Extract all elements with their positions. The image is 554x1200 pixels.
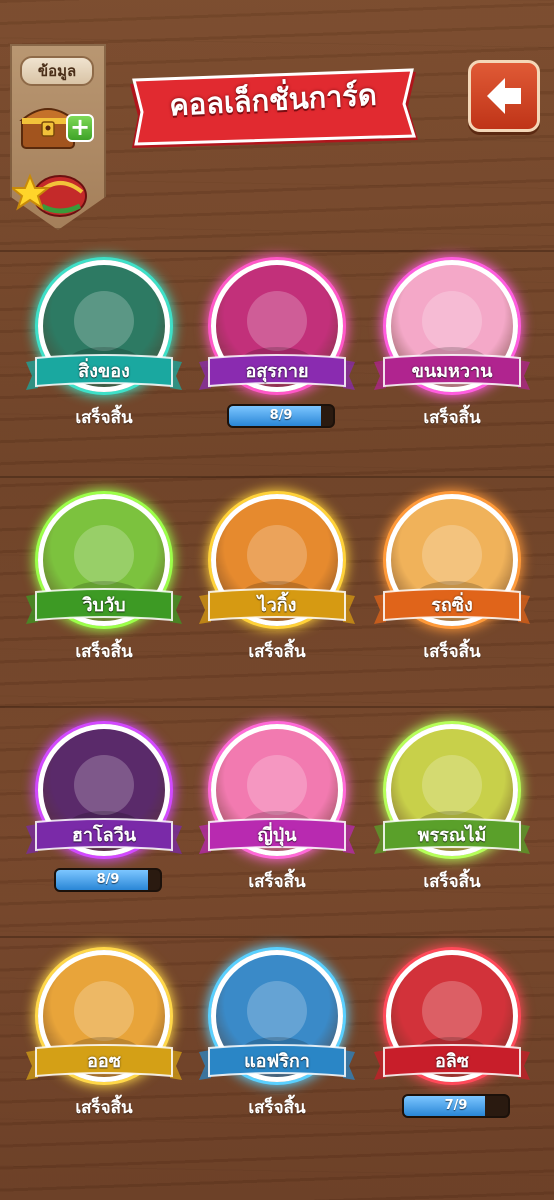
status-complete: เสร็จสิ้น <box>423 872 481 892</box>
back-button[interactable] <box>468 60 540 132</box>
card-name: ขนมหวาน <box>411 361 493 382</box>
collection-card[interactable]: วิบวับเสร็จสิ้น <box>24 488 184 698</box>
collection-card[interactable]: ฮาโลวีน 8/9 <box>24 718 184 928</box>
card-name: พรรณไม้ <box>417 825 487 846</box>
status-complete: เสร็จสิ้น <box>423 408 481 428</box>
status-complete: เสร็จสิ้น <box>248 642 306 662</box>
progress-text: 8/9 <box>269 408 293 423</box>
star-chest-icon[interactable] <box>12 166 92 222</box>
progress-text: 7/9 <box>444 1098 468 1113</box>
card-name: วิบวับ <box>82 595 126 616</box>
card-name: ญี่ปุ่น <box>257 825 297 846</box>
progress-bar: 7/9 <box>402 1094 510 1118</box>
status-complete: เสร็จสิ้น <box>248 872 306 892</box>
status-complete: เสร็จสิ้น <box>75 408 133 428</box>
card-name: สิ่งของ <box>78 361 130 382</box>
card-name: ออซ <box>87 1051 121 1072</box>
arrow-left-icon <box>487 78 521 114</box>
collection-card[interactable]: พรรณไม้เสร็จสิ้น <box>372 718 532 928</box>
card-name: ไวกิ้ง <box>257 595 297 616</box>
collection-card[interactable]: ออซเสร็จสิ้น <box>24 944 184 1154</box>
info-button[interactable]: ข้อมูล <box>20 56 94 86</box>
card-name: อสุรกาย <box>245 361 309 382</box>
collection-card[interactable]: แอฟริกาเสร็จสิ้น <box>197 944 357 1154</box>
status-complete: เสร็จสิ้น <box>75 1098 133 1118</box>
collection-card[interactable]: ญี่ปุ่นเสร็จสิ้น <box>197 718 357 928</box>
collection-card[interactable]: รถซิ่งเสร็จสิ้น <box>372 488 532 698</box>
collection-card[interactable]: ไวกิ้งเสร็จสิ้น <box>197 488 357 698</box>
collection-card[interactable]: อสุรกาย 8/9 <box>197 254 357 464</box>
card-name: ฮาโลวีน <box>71 825 137 846</box>
card-name: รถซิ่ง <box>431 595 473 616</box>
wood-seam <box>0 936 554 938</box>
collection-card[interactable]: ขนมหวานเสร็จสิ้น <box>372 254 532 464</box>
card-name: แอฟริกา <box>244 1051 310 1072</box>
status-complete: เสร็จสิ้น <box>248 1098 306 1118</box>
add-plus-icon[interactable]: + <box>66 114 94 142</box>
progress-bar: 8/9 <box>54 868 162 892</box>
wood-seam <box>0 476 554 478</box>
wood-seam <box>0 250 554 252</box>
status-complete: เสร็จสิ้น <box>423 642 481 662</box>
progress-text: 8/9 <box>96 872 120 887</box>
collection-card[interactable]: สิ่งของเสร็จสิ้น <box>24 254 184 464</box>
wood-seam <box>0 706 554 708</box>
status-complete: เสร็จสิ้น <box>75 642 133 662</box>
collection-card[interactable]: อลิซ 7/9 <box>372 944 532 1154</box>
card-name: อลิซ <box>434 1051 470 1072</box>
progress-bar: 8/9 <box>227 404 335 428</box>
